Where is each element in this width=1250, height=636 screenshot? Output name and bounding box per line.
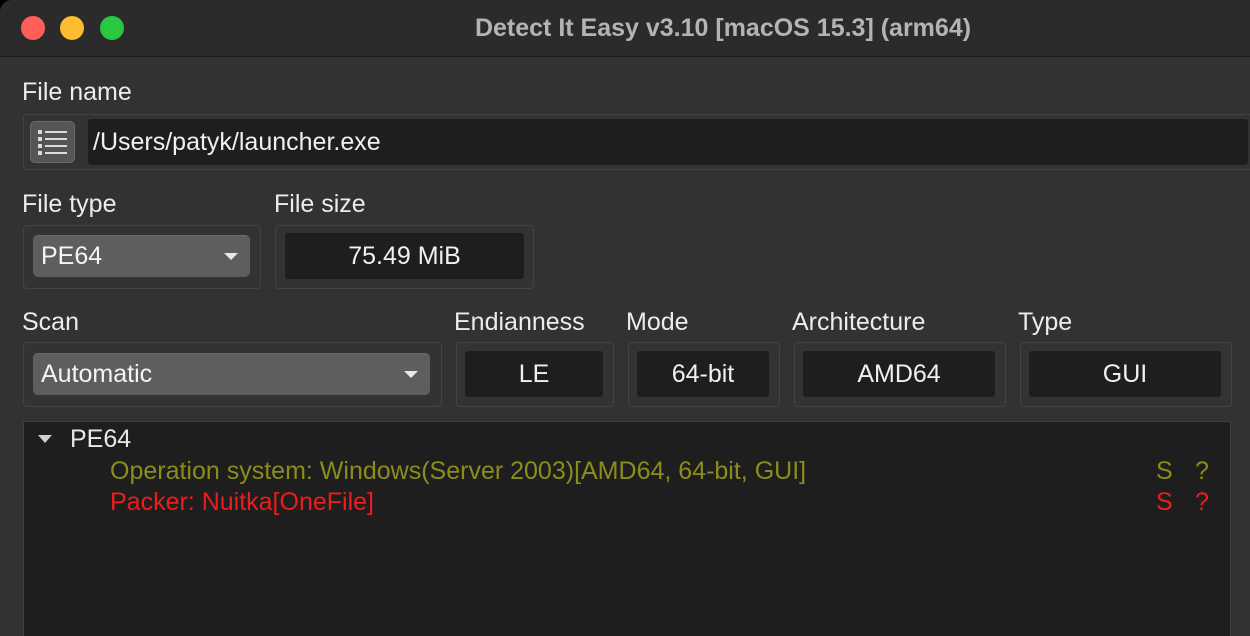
file-list-button[interactable] — [30, 121, 75, 163]
endianness-value: LE — [465, 351, 603, 397]
result-row-os-info-flag[interactable]: ? — [1195, 457, 1209, 486]
file-size-value: 75.49 MiB — [285, 233, 524, 279]
file-size-label: File size — [274, 190, 366, 218]
chevron-down-icon — [404, 371, 418, 378]
file-name-field[interactable]: /Users/patyk/launcher.exe — [88, 119, 1248, 165]
file-type-select[interactable]: PE64 — [33, 235, 250, 277]
architecture-label: Architecture — [792, 308, 926, 336]
mode-label: Mode — [626, 308, 689, 336]
result-row-os-signature-flag[interactable]: S — [1156, 457, 1173, 486]
window-title: Detect It Easy v3.10 [macOS 15.3] (arm64… — [474, 14, 972, 42]
file-type-value: PE64 — [41, 241, 103, 270]
result-row-packer-signature-flag[interactable]: S — [1156, 488, 1173, 517]
endianness-label: Endianness — [454, 308, 585, 336]
result-row-packer[interactable]: Packer: Nuitka[OneFile] — [110, 488, 374, 517]
tree-root-item[interactable]: PE64 — [70, 425, 131, 454]
app-window: Detect It Easy v3.10 [macOS 15.3] (arm64… — [0, 0, 1250, 636]
file-name-label: File name — [22, 78, 132, 106]
scan-value: Automatic — [41, 359, 153, 388]
scan-select[interactable]: Automatic — [33, 353, 430, 395]
title-bar: Detect It Easy v3.10 [macOS 15.3] (arm64… — [0, 0, 1250, 57]
chevron-down-icon — [224, 253, 238, 260]
type-value: GUI — [1029, 351, 1221, 397]
type-label: Type — [1018, 308, 1073, 336]
file-type-label: File type — [22, 190, 117, 218]
triangle-down-icon[interactable] — [38, 435, 52, 443]
mode-value: 64-bit — [637, 351, 769, 397]
result-row-os[interactable]: Operation system: Windows(Server 2003)[A… — [110, 457, 806, 486]
scan-label: Scan — [22, 308, 79, 336]
result-row-packer-info-flag[interactable]: ? — [1195, 488, 1209, 517]
results-tree[interactable]: PE64 Operation system: Windows(Server 20… — [23, 421, 1231, 636]
architecture-value: AMD64 — [803, 351, 995, 397]
